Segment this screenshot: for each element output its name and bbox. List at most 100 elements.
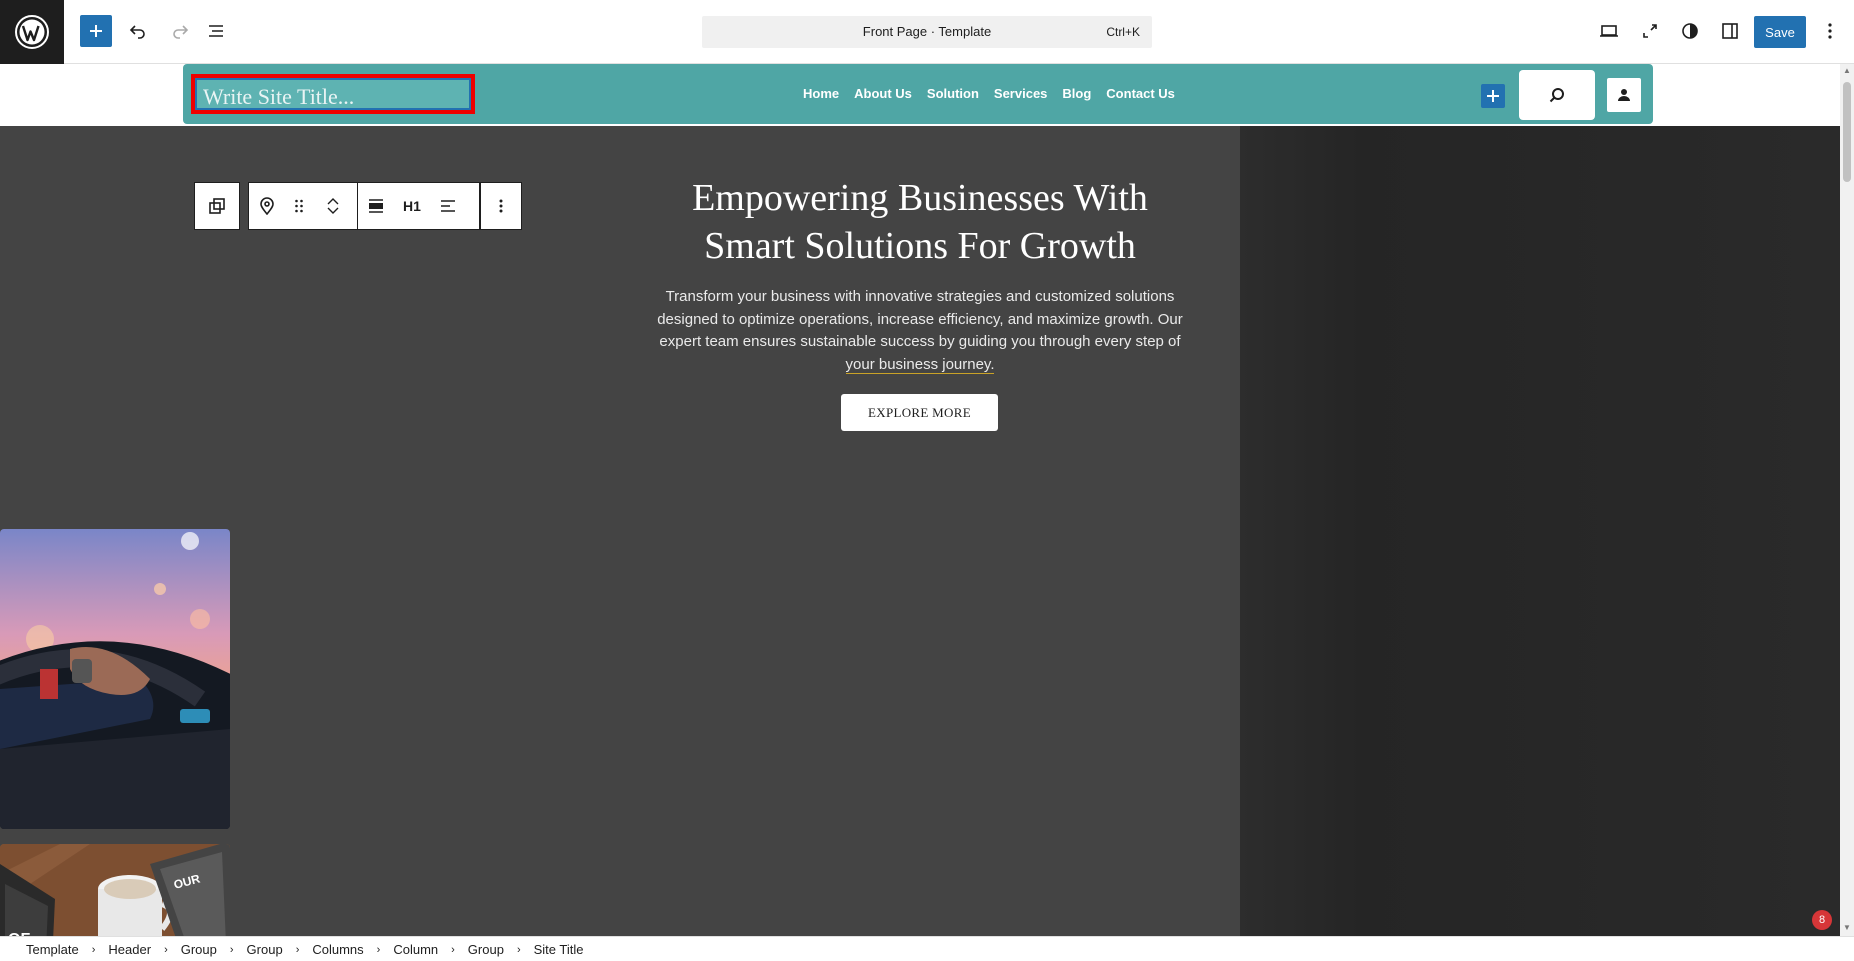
undo-button[interactable] — [122, 15, 154, 47]
drag-handle-icon — [295, 199, 303, 213]
block-toolbar-move-group — [248, 182, 358, 230]
redo-icon — [173, 25, 189, 39]
hero-paragraph-line: your business journey. — [845, 355, 995, 374]
heading-level-button[interactable]: H1 — [394, 183, 430, 229]
command-palette[interactable]: Front Page · Template Ctrl+K — [702, 16, 1152, 48]
add-block-button[interactable] — [80, 15, 112, 47]
select-parent-button[interactable] — [195, 183, 239, 229]
nav-item-blog[interactable]: Blog — [1062, 86, 1091, 101]
block-options-button[interactable] — [481, 183, 521, 229]
hero-paragraph-line: Transform your business with innovative … — [665, 288, 1175, 305]
block-toolbar-format-group: H1 — [358, 182, 480, 230]
wordpress-icon — [15, 15, 49, 49]
shortcut-hint: Ctrl+K — [1106, 25, 1140, 39]
nav-item-solution[interactable]: Solution — [927, 86, 979, 101]
plus-icon — [90, 25, 102, 37]
align-button[interactable] — [358, 183, 394, 229]
notification-badge[interactable]: 8 — [1812, 910, 1832, 930]
explore-more-button[interactable]: EXPLORE MORE — [841, 394, 998, 431]
block-toolbar-options-group — [480, 182, 522, 230]
site-title-input[interactable]: Write Site Title... — [195, 78, 471, 110]
breadcrumb-item[interactable]: Columns — [312, 942, 363, 957]
parent-block-icon — [209, 198, 225, 214]
site-header[interactable]: Write Site Title... Home About Us Soluti… — [183, 64, 1653, 124]
editor-toolbar: Front Page · Template Ctrl+K Save — [0, 0, 1854, 64]
driving-photo — [0, 529, 230, 829]
chevron-right-icon: › — [295, 943, 300, 956]
options-button[interactable] — [1814, 15, 1846, 47]
chevron-right-icon: › — [516, 943, 521, 956]
breadcrumb-item[interactable]: Column — [393, 942, 438, 957]
editor-canvas[interactable]: Empowering Businesses With Smart Solutio… — [0, 64, 1840, 936]
settings-sidebar-button[interactable] — [1714, 15, 1746, 47]
document-title: Front Page · Template — [862, 24, 992, 39]
plus-icon — [1487, 90, 1499, 102]
breadcrumb-item[interactable]: Template — [26, 942, 79, 957]
expand-icon — [1643, 24, 1657, 38]
nav-item-home[interactable]: Home — [803, 86, 839, 101]
more-vertical-icon — [499, 199, 503, 213]
chevron-right-icon: › — [451, 943, 455, 956]
map-pin-icon — [260, 197, 274, 215]
block-breadcrumb-bar: Template › Header › Group › Group › Columns ›… — [0, 936, 1854, 961]
scroll-up-arrow[interactable]: ▲ — [1843, 67, 1851, 75]
more-vertical-icon — [1828, 23, 1832, 39]
search-icon — [1549, 88, 1564, 103]
drag-handle[interactable] — [285, 183, 313, 229]
hero-paragraph-line: designed to optimize operations, increas… — [657, 310, 1183, 328]
hero-paragraph-line: expert team ensures sustainable success … — [659, 333, 1181, 350]
sidebar-icon — [1722, 23, 1738, 39]
laptop-photo: OF YOU OUR — [0, 844, 230, 936]
block-toolbar-parent-group — [194, 182, 240, 230]
laptop-coffee-image[interactable]: OF YOU OUR — [0, 844, 230, 936]
styles-button[interactable] — [1674, 15, 1706, 47]
text-align-button[interactable] — [430, 183, 466, 229]
hero-paragraph[interactable]: Transform your business with innovative … — [630, 286, 1210, 376]
driving-image[interactable] — [0, 529, 230, 829]
redo-button[interactable] — [164, 15, 196, 47]
hero-heading[interactable]: Empowering Businesses With Smart Solutio… — [640, 174, 1200, 270]
hero-section[interactable]: Empowering Businesses With Smart Solutio… — [0, 126, 1840, 936]
user-icon — [1618, 89, 1630, 101]
align-center-icon — [369, 199, 383, 213]
hero-heading-line: Smart Solutions For Growth — [704, 225, 1136, 267]
chevron-right-icon: › — [91, 943, 96, 956]
zoom-out-button[interactable] — [1634, 15, 1666, 47]
hero-heading-line: Empowering Businesses With — [692, 177, 1148, 219]
block-toolbar: H1 — [194, 182, 530, 230]
hero-background-image — [1240, 126, 1840, 936]
canvas-scrollbar[interactable]: ▲ ▼ — [1840, 64, 1854, 936]
site-title-selection[interactable]: Write Site Title... — [191, 74, 475, 114]
breadcrumb-item[interactable]: Group — [247, 942, 283, 957]
account-button[interactable] — [1607, 78, 1641, 112]
chevron-right-icon: › — [376, 943, 381, 956]
device-preview-button[interactable] — [1593, 15, 1625, 47]
inserter-plus-button[interactable] — [1481, 84, 1505, 108]
breadcrumb-item[interactable]: Group — [181, 942, 217, 957]
search-button[interactable] — [1519, 70, 1595, 120]
breadcrumb-item[interactable]: Group — [468, 942, 504, 957]
nav-item-contact-us[interactable]: Contact Us — [1106, 86, 1175, 101]
block-type-button[interactable] — [249, 183, 285, 229]
nav-item-about-us[interactable]: About Us — [854, 86, 912, 101]
undo-icon — [129, 25, 145, 39]
desktop-icon — [1600, 25, 1618, 37]
save-button[interactable]: Save — [1754, 16, 1806, 48]
nav-item-services[interactable]: Services — [994, 86, 1048, 101]
chevron-right-icon: › — [229, 943, 234, 956]
navigation-menu: Home About Us Solution Services Blog Con… — [803, 86, 1175, 101]
chevron-right-icon: › — [164, 943, 168, 956]
contrast-icon — [1682, 23, 1698, 39]
move-up-down-buttons[interactable] — [313, 183, 353, 229]
breadcrumb-item-current: Site Title — [533, 942, 584, 957]
chevron-up-icon — [327, 198, 339, 205]
wordpress-logo-button[interactable] — [0, 0, 64, 64]
scrollbar-thumb[interactable] — [1843, 82, 1851, 182]
chevron-down-icon — [327, 207, 339, 214]
scroll-down-arrow[interactable]: ▼ — [1843, 924, 1851, 932]
document-overview-button[interactable] — [200, 15, 232, 47]
list-view-icon — [209, 25, 223, 37]
align-left-icon — [441, 200, 455, 212]
breadcrumb-item[interactable]: Header — [108, 942, 151, 957]
breadcrumb: Template › Header › Group › Group › Columns ›… — [26, 942, 583, 957]
